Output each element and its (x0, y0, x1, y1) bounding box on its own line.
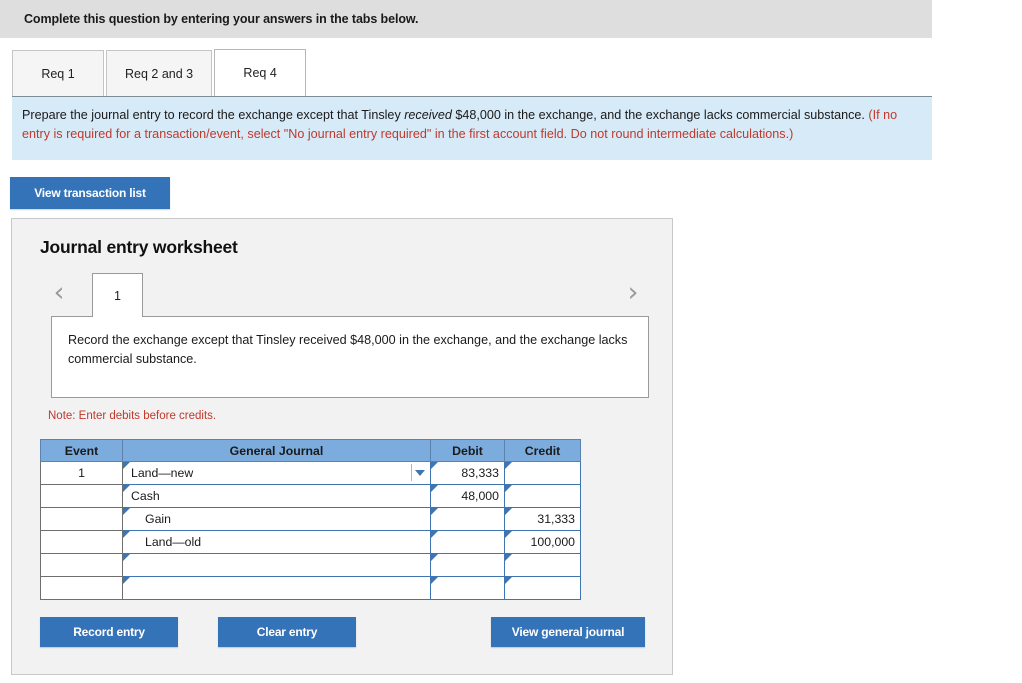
cell-corner-flag-icon (431, 554, 438, 561)
question-header-bar: Complete this question by entering your … (0, 0, 932, 38)
cell-event: 1 (40, 461, 123, 485)
cell-credit-input[interactable] (504, 461, 581, 485)
cell-corner-flag-icon (123, 531, 130, 538)
cell-corner-flag-icon (431, 485, 438, 492)
worksheet-page-tab-1[interactable]: 1 (92, 273, 143, 317)
cell-credit-input[interactable] (504, 553, 581, 577)
cell-credit-input[interactable]: 100,000 (504, 530, 581, 554)
cell-debit-input[interactable] (430, 553, 505, 577)
column-header-credit: Credit (504, 439, 581, 462)
cell-event (40, 530, 123, 554)
cell-corner-flag-icon (505, 485, 512, 492)
column-header-event: Event (40, 439, 123, 462)
account-name-text: Gain (145, 511, 171, 526)
cell-corner-flag-icon (431, 508, 438, 515)
cell-event (40, 553, 123, 577)
cell-corner-flag-icon (123, 485, 130, 492)
cell-corner-flag-icon (123, 577, 130, 584)
cell-account-input[interactable] (122, 576, 431, 600)
cell-debit-input[interactable] (430, 507, 505, 531)
cell-account-input[interactable]: Land—new (122, 461, 431, 485)
cell-corner-flag-icon (431, 462, 438, 469)
worksheet-pager: ‹ 1 › (40, 273, 650, 317)
cell-corner-flag-icon (505, 577, 512, 584)
instructions-emphasis: received (404, 108, 452, 122)
view-transaction-list-button[interactable]: View transaction list (10, 177, 170, 209)
cell-event (40, 484, 123, 508)
view-general-journal-button[interactable]: View general journal (491, 617, 645, 647)
requirement-tabs: Req 1 Req 2 and 3 Req 4 (12, 49, 308, 96)
table-row (40, 576, 581, 600)
cell-account-input[interactable]: Gain (122, 507, 431, 531)
record-entry-button[interactable]: Record entry (40, 617, 178, 647)
table-row: Gain 31,333 (40, 507, 581, 531)
cell-credit-input[interactable] (504, 576, 581, 600)
cell-corner-flag-icon (505, 531, 512, 538)
cell-corner-flag-icon (431, 531, 438, 538)
column-header-general-journal: General Journal (122, 439, 431, 462)
tab-req-4[interactable]: Req 4 (214, 49, 307, 96)
instructions-text-part2: $48,000 in the exchange, and the exchang… (451, 108, 869, 122)
credit-value-text: 31,333 (537, 511, 575, 526)
credit-value-text: 100,000 (530, 534, 575, 549)
worksheet-title: Journal entry worksheet (40, 237, 238, 257)
chevron-left-icon[interactable]: ‹ (46, 275, 72, 309)
cell-corner-flag-icon (431, 577, 438, 584)
cell-debit-input[interactable]: 48,000 (430, 484, 505, 508)
clear-entry-button[interactable]: Clear entry (218, 617, 356, 647)
cell-account-input[interactable]: Land—old (122, 530, 431, 554)
table-row: Land—old 100,000 (40, 530, 581, 554)
debits-before-credits-note: Note: Enter debits before credits. (48, 410, 217, 422)
cell-account-input[interactable] (122, 553, 431, 577)
instructions-panel: Prepare the journal entry to record the … (12, 96, 932, 160)
table-row (40, 553, 581, 577)
cell-account-input[interactable]: Cash (122, 484, 431, 508)
debit-value-text: 83,333 (461, 465, 499, 480)
account-name-text: Land—new (131, 465, 194, 480)
cell-corner-flag-icon (505, 554, 512, 561)
column-header-debit: Debit (430, 439, 505, 462)
cell-corner-flag-icon (123, 462, 130, 469)
journal-entry-table: Event General Journal Debit Credit 1 Land… (40, 439, 581, 600)
cell-corner-flag-icon (123, 508, 130, 515)
instructions-text-part1: Prepare the journal entry to record the … (22, 108, 405, 122)
account-name-text: Cash (131, 488, 160, 503)
debit-value-text: 48,000 (461, 488, 499, 503)
worksheet-scenario-text: Record the exchange except that Tinsley … (51, 316, 649, 398)
journal-entry-worksheet-panel: Journal entry worksheet ‹ 1 › Record the… (11, 218, 673, 675)
cell-event (40, 576, 123, 600)
cell-debit-input[interactable]: 83,333 (430, 461, 505, 485)
tab-req-2-and-3[interactable]: Req 2 and 3 (106, 50, 213, 96)
cell-corner-flag-icon (505, 508, 512, 515)
cell-corner-flag-icon (123, 554, 130, 561)
account-name-text: Land—old (145, 534, 202, 549)
cell-debit-input[interactable] (430, 530, 505, 554)
chevron-down-icon[interactable] (411, 464, 428, 481)
cell-event (40, 507, 123, 531)
table-row: Cash 48,000 (40, 484, 581, 508)
question-header-text: Complete this question by entering your … (24, 12, 419, 26)
chevron-right-icon[interactable]: › (620, 275, 646, 309)
table-header-row: Event General Journal Debit Credit (40, 439, 581, 462)
cell-credit-input[interactable] (504, 484, 581, 508)
cell-debit-input[interactable] (430, 576, 505, 600)
cell-credit-input[interactable]: 31,333 (504, 507, 581, 531)
cell-corner-flag-icon (505, 462, 512, 469)
tab-req-1[interactable]: Req 1 (12, 50, 104, 96)
table-row: 1 Land—new 83,333 (40, 461, 581, 485)
journal-entry-table-body: 1 Land—new 83,333 Cash 48,000 Gain 31,333 Land—… (40, 461, 581, 600)
